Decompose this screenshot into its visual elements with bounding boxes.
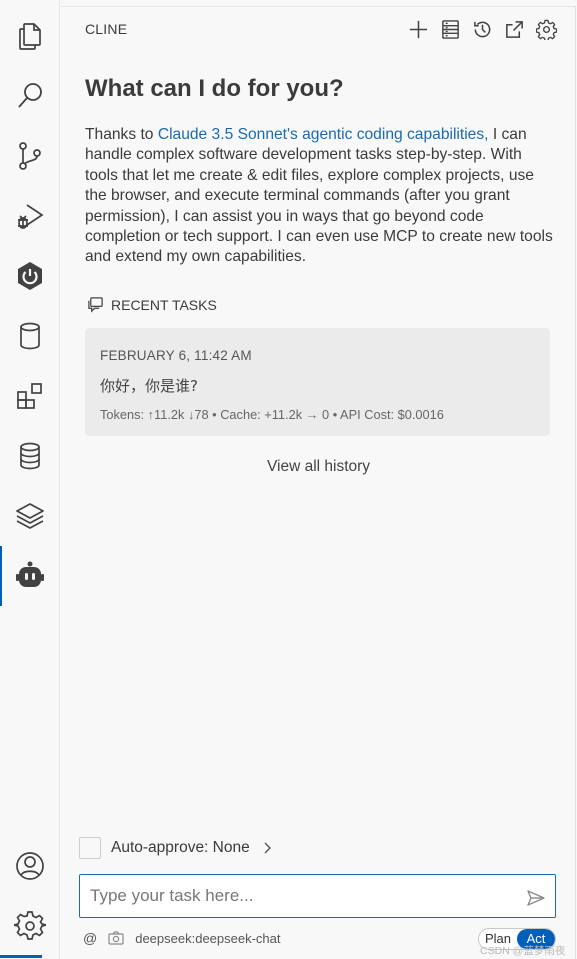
send-icon[interactable]: [526, 888, 546, 908]
welcome-intro: Thanks to Claude 3.5 Sonnet's agentic co…: [85, 125, 555, 268]
auto-approve-row[interactable]: Auto-approve: None: [79, 837, 274, 859]
popout-icon: [505, 20, 523, 38]
mention-button[interactable]: @: [83, 930, 97, 946]
mcp-server-icon: [441, 19, 459, 39]
status-accent: [0, 955, 42, 958]
recent-task-card[interactable]: FEBRUARY 6, 11:42 AM 你好，你是谁? Tokens: ↑11…: [85, 328, 550, 436]
layers-icon: [16, 503, 44, 529]
account-icon: [16, 852, 44, 880]
activity-database[interactable]: [0, 306, 60, 366]
power-icon: [18, 262, 42, 290]
activity-source-control[interactable]: [0, 126, 60, 186]
settings-button[interactable]: [535, 18, 557, 40]
welcome-heading: What can I do for you?: [85, 75, 344, 102]
model-selector[interactable]: deepseek:deepseek-chat: [135, 931, 280, 946]
auto-approve-label: Auto-approve: None: [111, 839, 250, 856]
database-icon: [20, 322, 40, 350]
view-all-history-button[interactable]: View all history: [61, 458, 576, 476]
vscode-window: CLINE What can I do for you? Thanks to C…: [0, 0, 577, 959]
activity-spring-boot[interactable]: [0, 246, 60, 306]
gear-icon: [535, 19, 557, 40]
extensions-icon: [17, 383, 42, 409]
task-text: 你好，你是谁?: [100, 377, 198, 395]
run-debug-icon: [18, 204, 44, 229]
activity-sql-tools[interactable]: [0, 426, 60, 486]
activity-bar: [0, 0, 60, 959]
model-capabilities-link[interactable]: Claude 3.5 Sonnet's agentic coding capab…: [158, 126, 489, 143]
comment-history-icon: [88, 297, 103, 313]
history-button[interactable]: [471, 18, 493, 40]
task-date: FEBRUARY 6, 11:42 AM: [100, 348, 252, 363]
task-input[interactable]: [79, 874, 556, 918]
gear-icon: [14, 911, 46, 940]
panel-toolbar: [407, 18, 557, 40]
stacked-database-icon: [20, 442, 40, 470]
panel-title: CLINE: [85, 21, 128, 37]
activity-run-debug[interactable]: [0, 186, 60, 246]
intro-text-start: Thanks to: [85, 126, 158, 143]
activity-manage[interactable]: [0, 896, 60, 956]
cline-panel: CLINE What can I do for you? Thanks to C…: [61, 6, 576, 959]
camera-icon[interactable]: [107, 929, 125, 947]
activity-explorer[interactable]: [0, 6, 60, 66]
activity-accounts[interactable]: [0, 836, 60, 896]
files-icon: [19, 23, 41, 50]
task-meta: Tokens: ↑11.2k ↓78 • Cache: +11.2k → 0 •…: [100, 407, 444, 422]
popout-button[interactable]: [503, 18, 525, 40]
mcp-servers-button[interactable]: [439, 18, 461, 40]
chevron-right-icon: [264, 842, 271, 854]
plus-icon: [409, 20, 427, 38]
activity-layers[interactable]: [0, 486, 60, 546]
recent-tasks-header: RECENT TASKS: [87, 296, 217, 313]
composer-controls: @ deepseek:deepseek-chat: [83, 929, 281, 947]
history-icon: [473, 21, 490, 37]
activity-cline[interactable]: [0, 546, 60, 606]
search-icon: [18, 83, 42, 108]
recent-tasks-title: RECENT TASKS: [111, 296, 217, 313]
watermark: CSDN @蓝梦雨夜猫: [480, 945, 566, 957]
activity-extensions[interactable]: [0, 366, 60, 426]
intro-text-end: I can handle complex software developmen…: [85, 126, 553, 266]
source-control-icon: [19, 142, 41, 170]
new-task-button[interactable]: [407, 18, 429, 40]
auto-approve-checkbox[interactable]: [79, 837, 101, 859]
activity-search[interactable]: [0, 66, 60, 126]
robot-icon: [16, 561, 44, 587]
